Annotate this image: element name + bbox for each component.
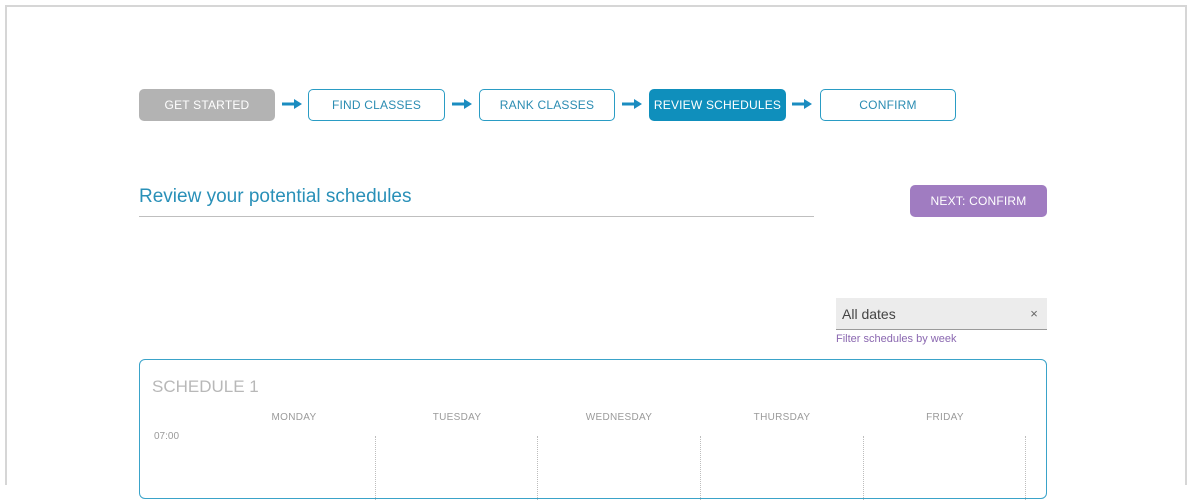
date-filter-value: All dates [842,305,896,322]
date-filter-select[interactable]: All dates × [836,298,1047,330]
arrow-right-icon [452,99,472,109]
day-header-wednesday: WEDNESDAY [585,412,653,423]
day-header-thursday: THURSDAY [753,412,811,423]
arrow-right-icon [792,99,812,109]
step-review-schedules[interactable]: REVIEW SCHEDULES [649,89,786,121]
day-header-monday: MONDAY [271,412,317,423]
day-divider [1025,436,1026,500]
day-header-tuesday: TUESDAY [432,412,482,423]
filter-help-text: Filter schedules by week [836,333,957,345]
schedule-card: SCHEDULE 1 MONDAY TUESDAY WEDNESDAY THUR… [139,359,1047,500]
step-confirm[interactable]: CONFIRM [820,89,956,121]
arrow-right-icon [622,99,642,109]
day-header-friday: FRIDAY [926,412,964,423]
page-title: Review your potential schedules [139,186,412,207]
arrow-right-icon [282,99,302,109]
day-divider [375,436,376,500]
schedule-title: SCHEDULE 1 [152,377,259,396]
day-divider [537,436,538,500]
step-get-started[interactable]: GET STARTED [139,89,275,121]
next-confirm-button[interactable]: NEXT: CONFIRM [910,185,1047,217]
day-divider [700,436,701,500]
time-label: 07:00 [154,431,180,442]
step-rank-classes[interactable]: RANK CLASSES [479,89,615,121]
day-divider [863,436,864,500]
step-find-classes[interactable]: FIND CLASSES [308,89,445,121]
clear-icon[interactable]: × [1021,306,1047,321]
title-divider [139,216,814,217]
